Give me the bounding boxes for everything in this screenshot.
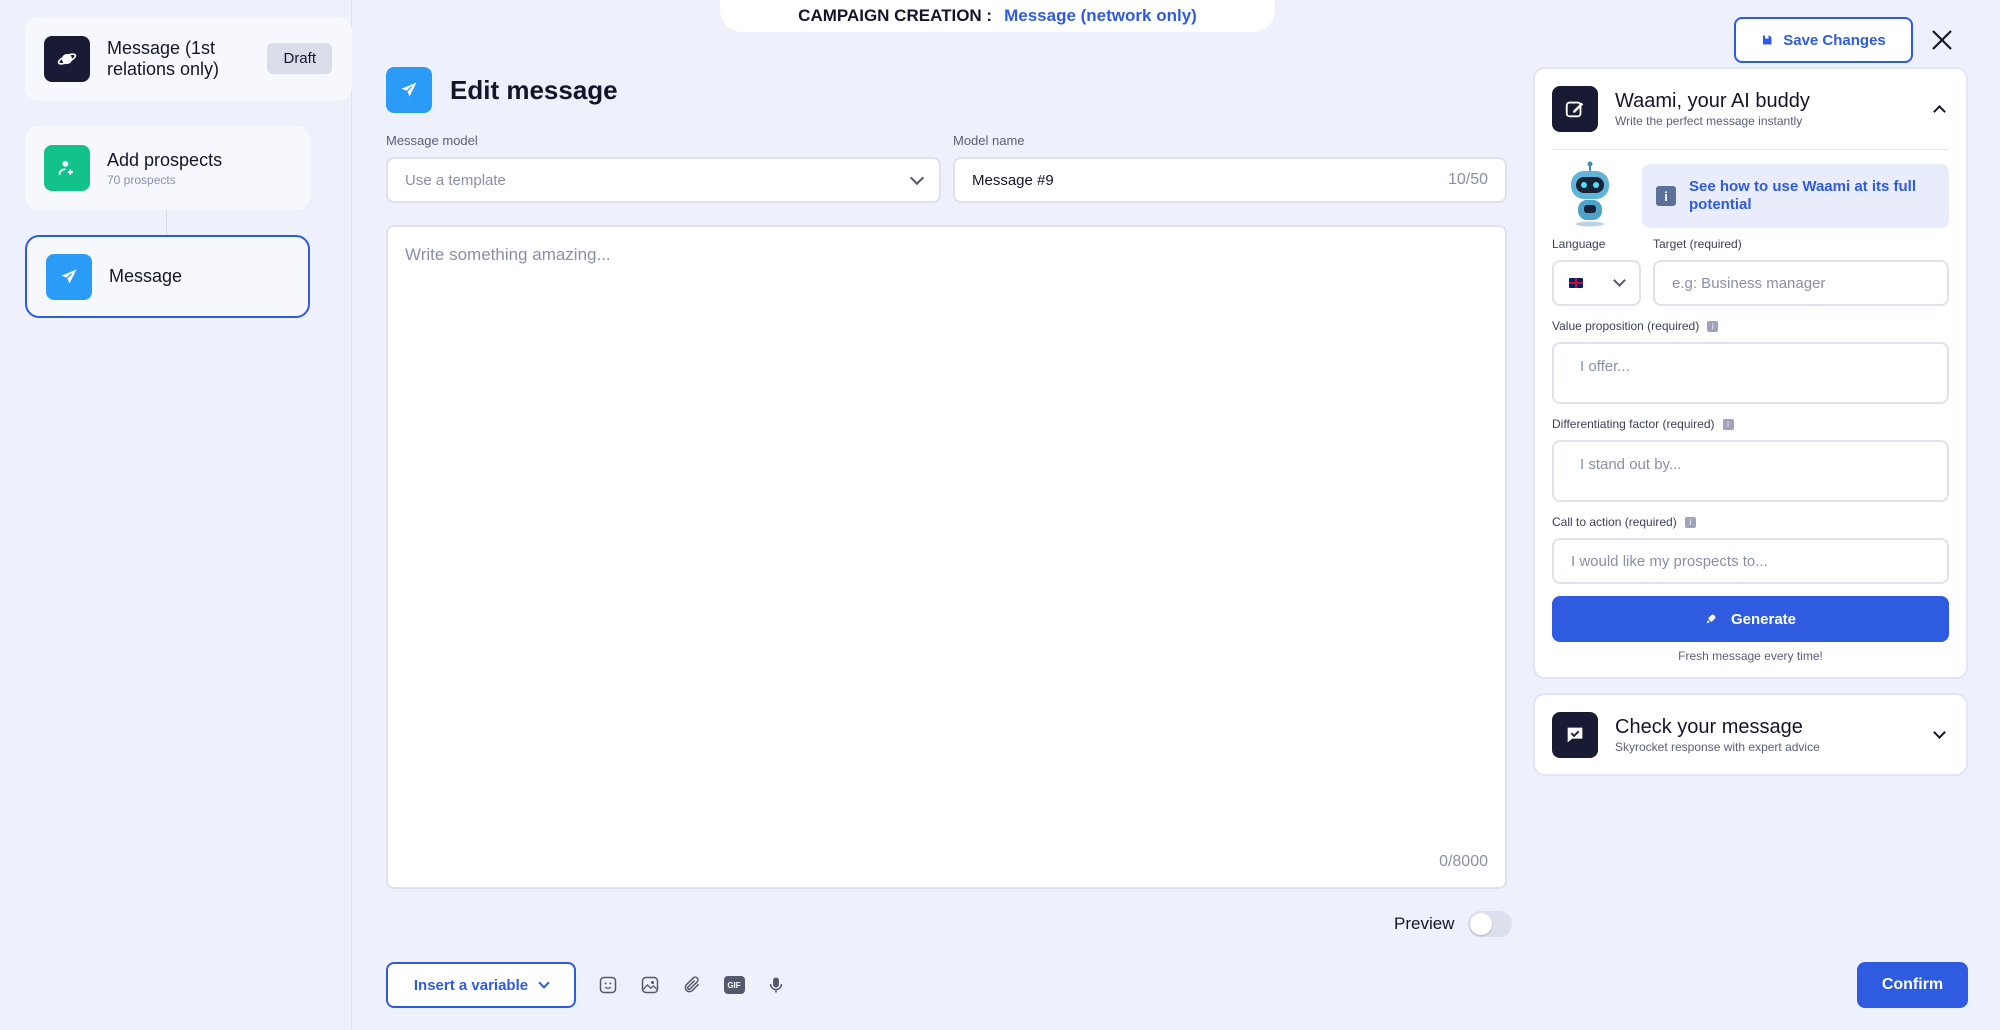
language-select[interactable] (1552, 260, 1641, 306)
waami-panel: Waami, your AI buddy Write the perfect m… (1533, 67, 1968, 679)
insert-variable-label: Insert a variable (413, 976, 529, 994)
model-name-value: Message #9 (972, 171, 1054, 189)
save-changes-label: Save Changes (1783, 31, 1886, 49)
robot-icon (1565, 161, 1615, 227)
waami-info-link[interactable]: i See how to use Waami at its full poten… (1642, 164, 1949, 228)
preview-label: Preview (1394, 914, 1455, 933)
gif-icon[interactable]: GIF (723, 974, 745, 996)
message-counter: 0/8000 (1439, 853, 1488, 870)
waami-title: Waami, your AI buddy (1615, 90, 1810, 112)
call-to-action-placeholder: I would like my prospects to... (1571, 552, 1768, 570)
emoji-icon[interactable] (597, 974, 619, 996)
chevron-down-icon[interactable] (1933, 726, 1946, 739)
call-to-action-text: Call to action (required) (1552, 515, 1677, 529)
step-prospects-count: 70 prospects (107, 172, 176, 187)
info-icon: i (1656, 186, 1676, 206)
info-icon[interactable]: i (1684, 516, 1696, 528)
value-proposition-input[interactable]: I offer... (1552, 342, 1949, 404)
waami-subtitle: Write the perfect message instantly (1615, 114, 1803, 128)
model-name-counter: 10/50 (1447, 171, 1488, 188)
waami-info-text: See how to use Waami at its full potenti… (1689, 178, 1916, 213)
check-title: Check your message (1615, 716, 1803, 738)
check-header[interactable]: Check your message Skyrocket response wi… (1552, 712, 1820, 758)
attachment-icon[interactable] (681, 974, 703, 996)
call-to-action-input[interactable]: I would like my prospects to... (1552, 538, 1949, 584)
send-icon (46, 253, 92, 300)
step-add-prospects[interactable]: Add prospects 70 prospects (25, 126, 310, 210)
differentiating-factor-text: Differentiating factor (required) (1552, 417, 1715, 431)
generate-footnote: Fresh message every time! (1678, 649, 1823, 663)
campaign-banner: CAMPAIGN CREATION : Message (network onl… (720, 0, 1275, 32)
target-input[interactable]: e.g: Business manager (1653, 260, 1949, 306)
target-label: Target (required) (1653, 237, 1742, 251)
chevron-up-icon[interactable] (1933, 105, 1946, 118)
step-message-title: Message (109, 266, 183, 286)
edit-icon (1552, 86, 1598, 132)
value-proposition-label: Value proposition (required) i (1552, 319, 1719, 333)
check-subtitle: Skyrocket response with expert advice (1615, 740, 1820, 754)
confirm-button[interactable]: Confirm (1857, 962, 1968, 1008)
edit-header: Edit message (386, 67, 618, 113)
model-name-label: Model name (953, 133, 1025, 148)
differentiating-factor-input[interactable]: I stand out by... (1552, 440, 1949, 502)
info-icon[interactable]: i (1707, 320, 1719, 332)
step-campaign-title: Message (1st relations only) (107, 38, 220, 79)
gif-label: GIF (723, 976, 745, 994)
send-icon (386, 67, 432, 113)
planet-icon (44, 36, 90, 82)
message-model-placeholder: Use a template (405, 171, 506, 189)
differentiating-factor-placeholder: I stand out by... (1580, 456, 1682, 473)
banner-value: Message (network only) (1004, 6, 1197, 25)
preview-control: Preview (1394, 911, 1513, 937)
page-title: Edit message (450, 74, 618, 105)
step-connector (166, 210, 167, 236)
message-textarea[interactable]: Write something amazing... 0/8000 (386, 225, 1507, 889)
add-user-icon (44, 145, 90, 191)
image-icon[interactable] (639, 974, 661, 996)
chat-check-icon (1552, 712, 1598, 758)
insert-variable-button[interactable]: Insert a variable (386, 962, 576, 1008)
generate-label: Generate (1730, 610, 1797, 628)
chevron-down-icon (538, 977, 550, 989)
uk-flag-icon (1569, 278, 1583, 288)
rocket-icon (1706, 614, 1716, 624)
generate-button[interactable]: Generate (1552, 596, 1949, 642)
microphone-icon[interactable] (765, 974, 787, 996)
step-message[interactable]: Message (25, 235, 310, 318)
waami-header[interactable]: Waami, your AI buddy Write the perfect m… (1552, 86, 1810, 132)
value-proposition-text: Value proposition (required) (1552, 319, 1700, 333)
check-message-panel: Check your message Skyrocket response wi… (1533, 693, 1968, 776)
model-name-input[interactable]: Message #9 10/50 (953, 157, 1507, 203)
chevron-down-icon (1613, 274, 1626, 287)
call-to-action-label: Call to action (required) i (1552, 515, 1696, 529)
message-model-select[interactable]: Use a template (386, 157, 941, 203)
value-proposition-placeholder: I offer... (1580, 358, 1630, 375)
differentiating-factor-label: Differentiating factor (required) i (1552, 417, 1734, 431)
save-changes-button[interactable]: Save Changes (1734, 17, 1913, 63)
banner-label: CAMPAIGN CREATION : (798, 6, 993, 25)
close-icon[interactable] (1930, 28, 1954, 52)
step-campaign[interactable]: Message (1st relations only) Draft (25, 17, 352, 101)
preview-toggle[interactable] (1468, 911, 1513, 937)
save-icon (1763, 35, 1772, 45)
steps-sidebar: Message (1st relations only) Draft Add p… (0, 0, 352, 1030)
language-label: Language (1552, 237, 1606, 251)
draft-badge: Draft (267, 43, 332, 74)
message-model-label: Message model (386, 133, 478, 148)
target-placeholder: e.g: Business manager (1672, 274, 1826, 292)
info-icon[interactable]: i (1722, 418, 1734, 430)
chevron-down-icon (909, 170, 925, 185)
message-placeholder: Write something amazing... (405, 245, 611, 264)
step-prospects-title: Add prospects (107, 149, 223, 170)
waami-divider (1552, 149, 1949, 150)
